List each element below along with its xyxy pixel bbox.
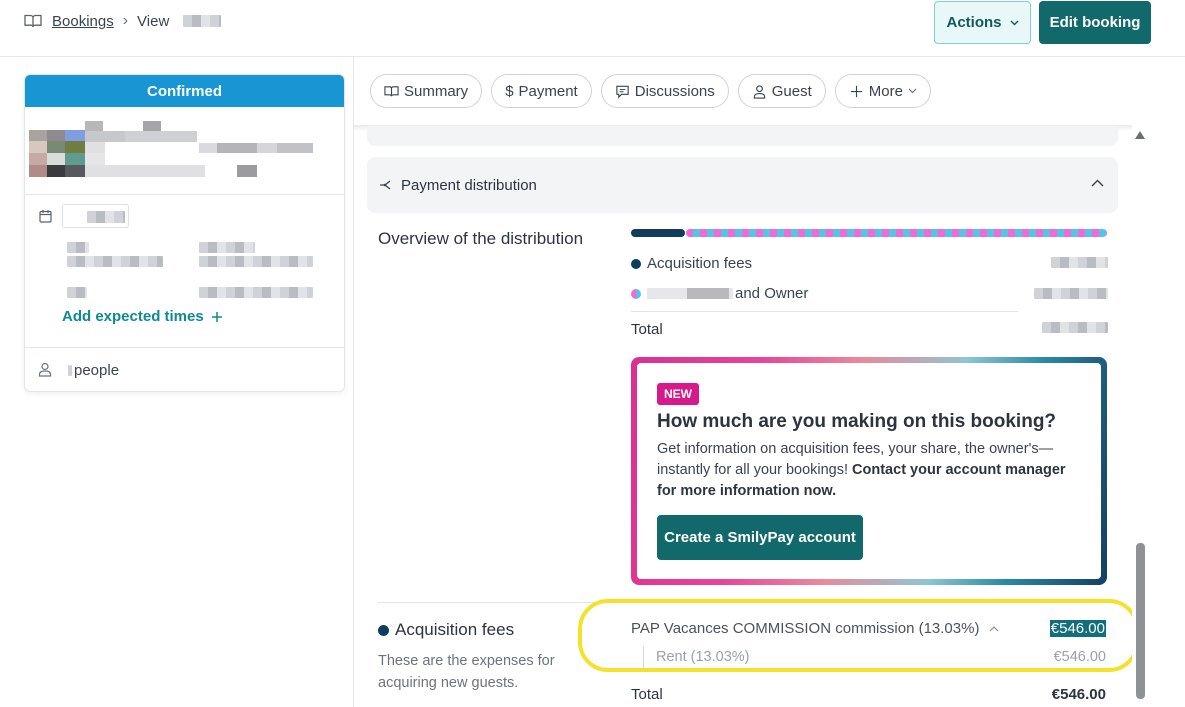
actions-button-label: Actions: [946, 14, 1002, 31]
redacted-time: [67, 287, 87, 298]
actions-button[interactable]: Actions: [934, 1, 1031, 44]
plus-icon: [211, 311, 222, 322]
redacted-name: [647, 288, 733, 299]
person-icon: [753, 84, 765, 99]
redacted-people-number: [68, 365, 72, 376]
top-bar: Bookings › View Actions Edit booking: [0, 0, 1185, 57]
status-banner: Confirmed: [25, 75, 344, 107]
redacted-total: [1042, 322, 1108, 333]
redacted-time: [199, 287, 313, 298]
edit-booking-button[interactable]: Edit booking: [1039, 1, 1151, 44]
tab-discussions-label: Discussions: [634, 82, 715, 100]
tab-payment[interactable]: $ Payment: [491, 74, 592, 108]
payment-distribution-title: Payment distribution: [401, 176, 537, 194]
promo-text: Get information on acquisition fees, you…: [657, 439, 1077, 502]
breadcrumb-current: View: [137, 12, 170, 30]
tab-more[interactable]: More: [834, 74, 931, 108]
people-label: people: [74, 362, 120, 379]
payment-distribution-header[interactable]: Payment distribution: [367, 157, 1118, 213]
tab-more-label: More: [868, 82, 903, 100]
redacted-time: [67, 256, 163, 267]
chat-icon: [616, 85, 629, 98]
legend-owner: and Owner: [631, 285, 808, 302]
redacted-amount: [1051, 257, 1108, 268]
redacted-time: [199, 256, 313, 267]
people-count: people: [68, 362, 119, 379]
chevron-up-icon: [1091, 179, 1104, 187]
distribution-icon: [380, 180, 391, 190]
person-icon: [38, 362, 52, 377]
date-field[interactable]: [62, 204, 129, 228]
legend-acquisition-fees: Acquisition fees: [631, 255, 752, 272]
chevron-down-icon: [908, 88, 917, 94]
add-expected-times-link[interactable]: Add expected times: [62, 308, 223, 325]
breadcrumb-separator-icon: ›: [122, 12, 129, 29]
tab-payment-label: Payment: [518, 82, 578, 100]
promo-title: How much are you making on this booking?: [657, 411, 1057, 432]
smilypay-promo-card: NEW How much are you making on this book…: [631, 357, 1107, 585]
redacted-amount: [1034, 288, 1108, 299]
card-divider: [25, 347, 344, 348]
create-smilypay-account-button[interactable]: Create a SmilyPay account: [657, 515, 863, 560]
promo-content: NEW How much are you making on this book…: [637, 363, 1101, 579]
chevron-down-icon: [1010, 20, 1018, 25]
previous-section-bottom: [367, 126, 1118, 146]
book-icon: [384, 85, 399, 96]
acquisition-dot: [378, 624, 389, 636]
book-icon: [24, 14, 42, 28]
acquisition-total-value: €546.00: [1051, 686, 1106, 703]
scrollbar-thumb[interactable]: [1136, 543, 1145, 699]
tab-summary-label: Summary: [404, 82, 469, 100]
add-expected-times-label: Add expected times: [62, 308, 204, 325]
scroll-up-arrow-icon[interactable]: [1135, 131, 1145, 139]
acquisition-fees-title: Acquisition fees: [395, 620, 515, 639]
overview-label: Overview of the distribution: [378, 229, 584, 248]
distribution-bar-acquisition: [631, 229, 685, 237]
redacted-booking-id: [183, 15, 222, 27]
highlight-annotation: [578, 599, 1139, 672]
breadcrumb: Bookings › View: [24, 12, 222, 30]
legend-dot: [631, 288, 641, 299]
plus-icon: [850, 85, 862, 97]
card-divider: [25, 194, 344, 195]
tab-summary[interactable]: Summary: [370, 74, 483, 108]
booking-card: Confirmed Add expected times people: [24, 74, 345, 392]
tab-guest-label: Guest: [771, 82, 812, 100]
tab-discussions[interactable]: Discussions: [600, 74, 729, 108]
distribution-total-label: Total: [631, 321, 663, 338]
distribution-bar-owner: [686, 229, 1107, 237]
acquisition-total-label: Total: [631, 686, 663, 703]
legend-dot: [631, 258, 641, 269]
tab-guest[interactable]: Guest: [737, 74, 826, 108]
redacted-time: [67, 242, 89, 253]
redacted-date: [87, 211, 125, 223]
panel-divider: [353, 57, 354, 707]
redacted-rental-info: [29, 121, 319, 177]
new-badge: NEW: [657, 383, 699, 405]
dollar-icon: $: [505, 82, 514, 100]
breadcrumb-bookings-link[interactable]: Bookings: [52, 13, 114, 30]
legend-acquisition-label: Acquisition fees: [647, 255, 753, 272]
redacted-time: [199, 242, 255, 253]
legend-owner-label: and Owner: [735, 285, 809, 302]
acquisition-fees-heading: Acquisition fees: [378, 620, 514, 640]
booking-tabs: Summary $ Payment Discussions Guest More: [370, 74, 931, 108]
calendar-icon: [39, 210, 52, 223]
legend-divider: [631, 311, 1018, 312]
acquisition-fees-description: These are the expenses for acquiring new…: [378, 653, 555, 691]
